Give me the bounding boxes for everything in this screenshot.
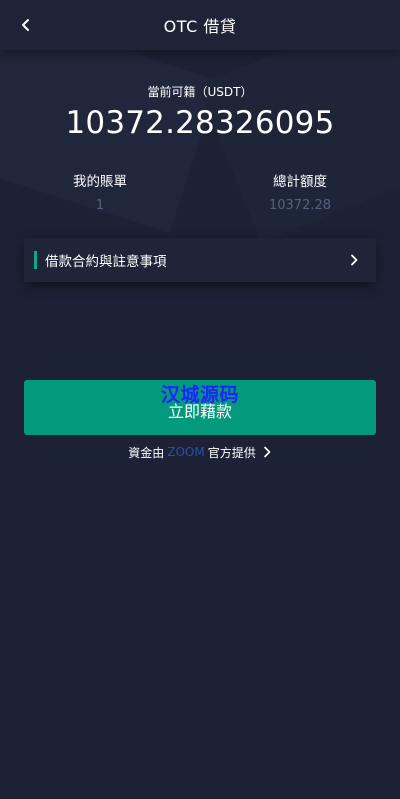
my-bill-stat[interactable]: 我的賬單 1 [20,170,180,213]
top-app-bar: OTC 借貸 [0,0,400,50]
loan-contract-notice-card[interactable]: 借款合約與註意事項 [24,238,376,282]
provider-prefix: 資金由 [128,445,165,460]
available-balance-value: 10372.28326095 [65,105,335,141]
chevron-right-icon [262,446,272,458]
provider-suffix: 官方提供 [207,445,256,460]
otc-loan-page: OTC 借貸 當前可籍（USDT） 10372.28326095 我的賬單 1 … [0,0,400,799]
page-title: OTC 借貸 [163,17,237,36]
my-bill-value: 1 [95,198,105,213]
provider-brand: ZOOM [167,445,205,459]
total-quota-label: 總計額度 [273,174,327,190]
loan-contract-notice-label: 借款合約與註意事項 [45,254,167,270]
chevron-left-icon [22,19,29,31]
total-quota-stat: 總計額度 10372.28 [220,170,380,213]
back-button[interactable] [14,13,38,37]
total-quota-value: 10372.28 [268,198,332,213]
accent-bar [34,251,37,269]
chevron-right-icon [344,250,364,270]
borrow-now-button[interactable]: 汉城源码 立即藉款 [24,380,376,435]
fund-provider-link[interactable]: 資金由 ZOOM 官方提供 [0,442,400,462]
watermark-text: 汉城源码 [160,384,239,406]
my-bill-label: 我的賬單 [73,174,127,190]
available-balance-label: 當前可籍（USDT） [147,85,253,99]
